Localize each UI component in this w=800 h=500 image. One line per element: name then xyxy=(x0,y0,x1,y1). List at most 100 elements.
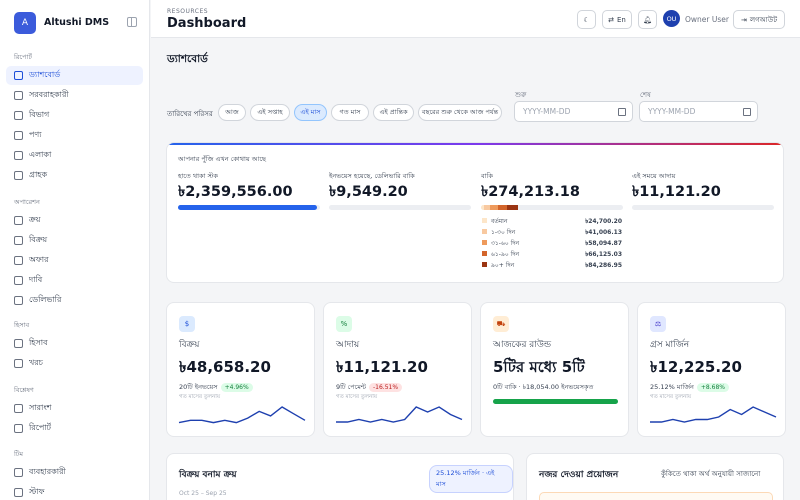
kpi-value: 5টির মধ্যে 5টি xyxy=(493,358,585,376)
kpi-sub: 0টি বাকি · ৳18,054.00 ইনভয়েসকৃত xyxy=(493,383,594,391)
kpi-value: ৳12,225.20 xyxy=(650,358,742,376)
kpi-label: আদায় xyxy=(336,340,360,350)
sidebar-item[interactable]: গ্রাহক xyxy=(6,166,143,185)
kpi-card: $ বিক্রয় ৳48,658.20 20টি ইনভয়েস +4.96% গত ম… xyxy=(166,302,315,437)
dashboard-heading: ড্যাশবোর্ড xyxy=(167,53,208,65)
aging-legend-text: ৬১-৯০ দিন xyxy=(491,251,520,258)
sidebar-item-label: ব্যবহারকারী xyxy=(29,467,66,476)
undelivered-value: ৳9,549.20 xyxy=(329,184,408,200)
avatar[interactable]: OU xyxy=(663,10,680,27)
aging-swatch xyxy=(482,218,487,223)
aging-legend-value: ৳41,006.13 xyxy=(585,229,622,236)
kpi-sub: 25.12% মার্জিন xyxy=(650,383,694,391)
sidebar-section-sec2: অপারেশন xyxy=(14,198,40,206)
sidebar-item[interactable]: খরচ xyxy=(6,354,143,373)
sidebar-item[interactable]: ব্যবহারকারী xyxy=(6,463,143,482)
notifications-button[interactable]: 🔔︎ xyxy=(638,10,657,29)
top-bar: RESOURCES Dashboard ☾ ⇄ En 🔔︎ OU Owner Us… xyxy=(151,0,800,38)
sidebar-item[interactable]: বিক্রয় xyxy=(6,231,143,250)
kpi-label: আজকের রাউন্ড xyxy=(493,340,552,350)
sidebar-section-sec3: হিসাব xyxy=(14,321,30,329)
aging-legend-label: ৩১-৬০ দিন xyxy=(482,238,519,249)
kpi-value: ৳11,121.20 xyxy=(336,358,428,376)
stock-bar xyxy=(178,205,320,210)
aging-legend-label: বর্তমান xyxy=(482,216,508,227)
sidebar-item[interactable]: ডেলিভারি xyxy=(6,291,143,310)
date-chip[interactable]: গত মাস xyxy=(331,104,369,121)
sidebar-item[interactable]: বিভাগ xyxy=(6,106,143,125)
theme-toggle-button[interactable]: ☾ xyxy=(577,10,596,29)
date-chip[interactable]: এই প্রান্তিক xyxy=(373,104,414,121)
from-date-input[interactable]: YYYY-MM-DD xyxy=(514,101,633,122)
sidebar-item[interactable]: ক্রয় xyxy=(6,211,143,230)
sidebar-item-icon xyxy=(14,216,23,225)
sidebar-collapse-icon[interactable] xyxy=(127,17,137,27)
attention-item[interactable] xyxy=(539,492,773,500)
kpi-subtext: 0টি বাকি · ৳18,054.00 ইনভয়েসকৃত xyxy=(493,382,593,393)
sidebar-item-icon xyxy=(14,424,23,433)
round-progress-fill xyxy=(493,399,618,404)
sales-vs-purchase-title: বিক্রয় বনাম ক্রয় xyxy=(179,470,237,480)
aging-segment xyxy=(489,205,498,210)
kpi-sparkline xyxy=(178,406,306,424)
sidebar-section-sec1: রিপোর্ট xyxy=(14,53,32,61)
sidebar-item-icon xyxy=(14,151,23,160)
kpi-note: গত মাসের তুলনায় xyxy=(179,394,221,400)
date-chip[interactable]: বছরের শুরু থেকে আজ পর্যন্ত xyxy=(418,104,502,121)
sidebar-item[interactable]: অফার xyxy=(6,251,143,270)
language-button[interactable]: ⇄ En xyxy=(602,10,632,29)
date-range-text: Oct 25 – Sep 25 xyxy=(179,490,227,497)
stock-bar-fill xyxy=(178,205,318,210)
attention-card: নজর দেওয়া প্রয়োজন কুঁকিতে থাকা অর্থ অন… xyxy=(526,453,784,500)
date-chip[interactable]: এই সপ্তাহ xyxy=(250,104,290,121)
aging-legend-label: ৬১-৯০ দিন xyxy=(482,249,519,260)
sidebar-item[interactable]: পণ্য xyxy=(6,126,143,145)
sparkline-line xyxy=(650,406,777,423)
aging-legend-value: ৳24,700.20 xyxy=(585,218,622,225)
aging-legend-text: ৯০+ দিন xyxy=(491,262,515,269)
kpi-card: ⚖ গ্রস মার্জিন ৳12,225.20 25.12% মার্জিন +8.… xyxy=(637,302,786,437)
sidebar-item-icon xyxy=(14,131,23,140)
aging-legend-text: বর্তমান xyxy=(491,218,508,225)
sidebar-item-label: গ্রাহক xyxy=(29,170,48,179)
due-value: ৳274,213.18 xyxy=(481,184,580,200)
sidebar-item-label: ডেলিভারি xyxy=(29,295,62,304)
sidebar-item[interactable]: হিসাব xyxy=(6,334,143,353)
sidebar-item-icon xyxy=(14,236,23,245)
date-chip[interactable]: এই মাস xyxy=(294,104,327,121)
kpi-subtext: 9টি পেমেন্ট -16.51% xyxy=(336,382,403,393)
sidebar-item[interactable]: দাবি xyxy=(6,271,143,290)
to-date-input[interactable]: YYYY-MM-DD xyxy=(639,101,758,122)
aging-legend-row: বর্তমান ৳24,700.20 xyxy=(482,216,622,227)
logout-label: লগআউট xyxy=(749,15,778,24)
sidebar-item[interactable]: সারাংশ xyxy=(6,399,143,418)
sidebar-item[interactable]: এলাকা xyxy=(6,146,143,165)
aging-segment xyxy=(497,205,507,210)
kpi-sub: 9টি পেমেন্ট xyxy=(336,383,366,391)
collected-bar xyxy=(632,205,774,210)
translate-icon: ⇄ xyxy=(608,15,614,24)
sidebar-item[interactable]: সরবরাহকারী xyxy=(6,86,143,105)
sidebar-item[interactable]: ড্যাশবোর্ড xyxy=(6,66,143,85)
collected-value: ৳11,121.20 xyxy=(632,184,721,200)
attention-title: নজর দেওয়া প্রয়োজন xyxy=(539,470,619,480)
kpi-badge: +4.96% xyxy=(220,383,253,392)
from-date-label: শুরু xyxy=(515,91,527,99)
app-name: Altushi DMS xyxy=(44,17,110,28)
sidebar-item[interactable]: স্টাফ xyxy=(6,483,143,500)
kpi-badge: -16.51% xyxy=(369,383,403,392)
date-chip[interactable]: আজ xyxy=(218,104,246,121)
user-name[interactable]: Owner User xyxy=(685,15,729,24)
kpi-card: ⛟ আজকের রাউন্ড 5টির মধ্যে 5টি 0টি বাকি · ৳1… xyxy=(480,302,629,437)
kpi-value: ৳48,658.20 xyxy=(179,358,271,376)
breadcrumb: RESOURCES xyxy=(167,8,209,15)
sidebar-item-label: সারাংশ xyxy=(29,403,52,412)
app-logo: A xyxy=(14,12,36,34)
logout-button[interactable]: ⇥ লগআউট xyxy=(733,10,785,29)
aging-legend-value: ৳84,286.95 xyxy=(585,262,622,269)
sidebar-item-icon xyxy=(14,111,23,120)
sidebar-item-label: দাবি xyxy=(29,275,43,284)
calendar-icon xyxy=(618,108,626,116)
logout-icon: ⇥ xyxy=(740,15,747,24)
sidebar-item[interactable]: রিপোর্ট xyxy=(6,419,143,438)
